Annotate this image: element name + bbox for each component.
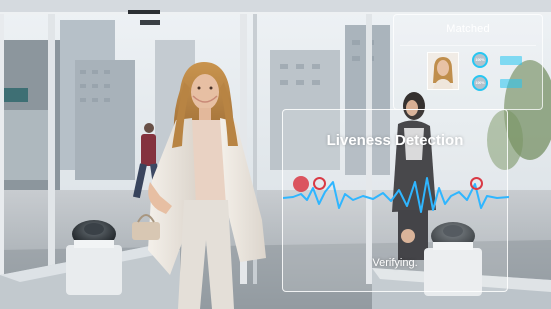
match-score-ring-1: 100% <box>472 52 488 68</box>
target-ring-icon-1 <box>293 176 309 192</box>
match-score-bar-1 <box>500 56 522 65</box>
waveform-icon <box>283 177 509 213</box>
access-control-scene: Matched 100% 100% Liveness Detection Ver… <box>0 0 551 309</box>
liveness-title: Liveness Detection <box>326 132 464 149</box>
matched-panel: Matched 100% 100% <box>393 14 543 110</box>
liveness-panel: Liveness Detection Verifying. <box>282 109 509 292</box>
face-thumbnail-icon <box>427 52 459 90</box>
matched-label: Matched <box>446 23 490 35</box>
match-score-bar-2 <box>500 79 522 88</box>
target-ring-icon-3 <box>470 177 483 190</box>
verifying-status: Verifying. <box>372 257 418 269</box>
match-score-ring-2: 100% <box>472 75 488 91</box>
matched-divider <box>400 45 536 46</box>
target-ring-icon-2 <box>313 177 326 190</box>
